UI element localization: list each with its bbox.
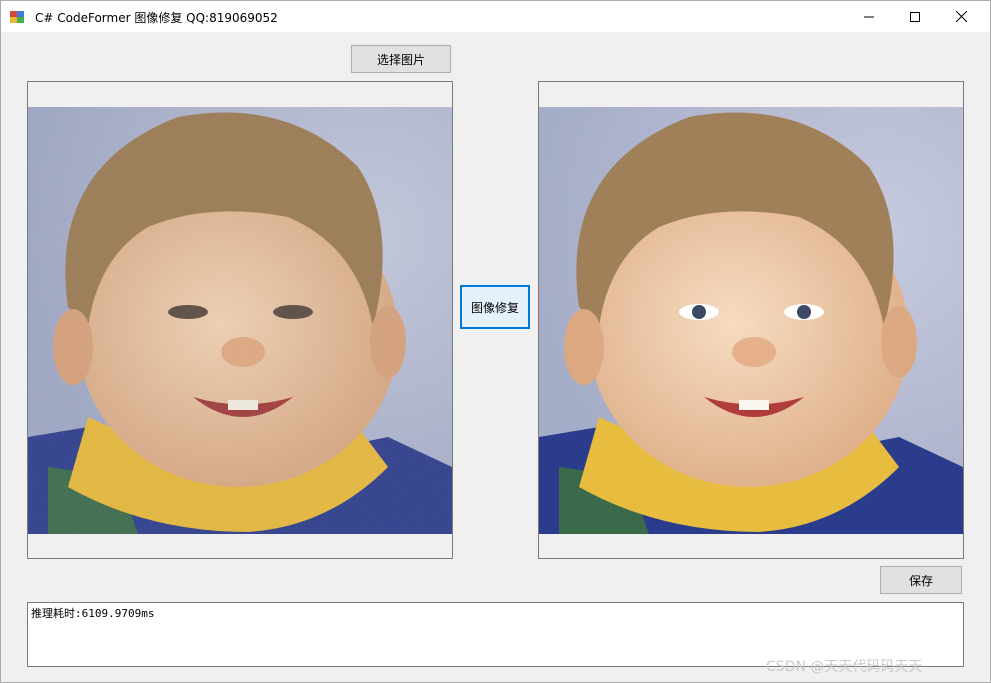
restore-image-button[interactable]: 图像修复: [460, 285, 530, 329]
maximize-button[interactable]: [892, 1, 938, 32]
output-photo: [539, 107, 963, 534]
close-icon: [955, 11, 967, 22]
save-button[interactable]: 保存: [880, 566, 962, 594]
select-image-button[interactable]: 选择图片: [351, 45, 451, 73]
window-title: C# CodeFormer 图像修复 QQ:819069052: [35, 11, 278, 25]
output-image-box: [538, 81, 964, 559]
close-button[interactable]: [938, 1, 984, 32]
input-image-box: [27, 81, 453, 559]
minimize-icon: [864, 16, 874, 17]
input-photo: [28, 107, 452, 534]
app-icon: [10, 11, 24, 23]
inference-log-text: 推理耗时:6109.9709ms: [31, 607, 155, 620]
maximize-icon: [910, 11, 920, 22]
title-bar[interactable]: C# CodeFormer 图像修复 QQ:819069052: [1, 1, 990, 32]
main-window: C# CodeFormer 图像修复 QQ:819069052 选择图片 图像修…: [0, 0, 991, 683]
csdn-watermark: CSDN @天天代码码天天: [766, 659, 923, 675]
minimize-button[interactable]: [846, 1, 892, 32]
